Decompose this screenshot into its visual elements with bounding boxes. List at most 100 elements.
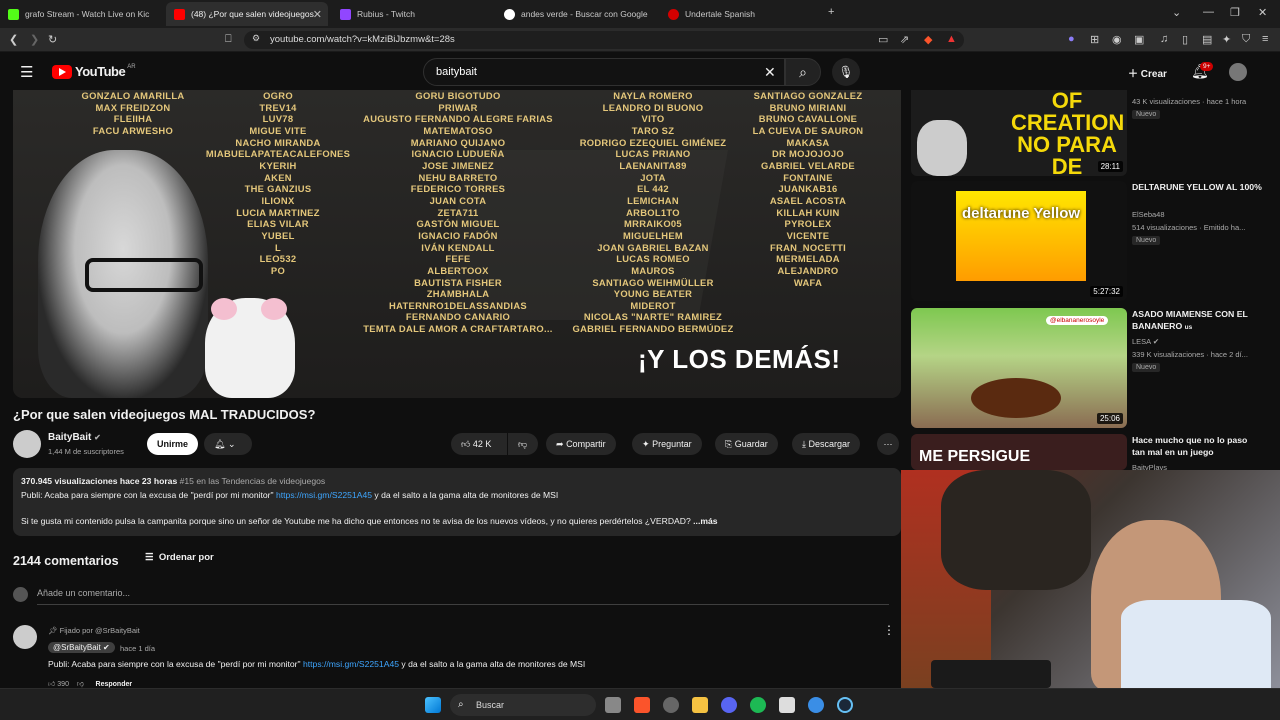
like-button[interactable]: 👍︎ 42 K (451, 433, 507, 455)
hamburger-menu-icon[interactable]: ☰ (20, 63, 33, 81)
browser-tab[interactable]: Rubius - Twitch (332, 2, 492, 26)
brave-rewards-icon[interactable]: ▲ (946, 33, 957, 45)
maximize-icon[interactable]: ❐ (1230, 6, 1240, 19)
save-button[interactable]: ⎘ Guardar (715, 433, 778, 455)
ask-button[interactable]: ✦ Preguntar (632, 433, 702, 455)
comment-link[interactable]: https://msi.gm/S2251A45 (303, 659, 399, 669)
new-tab-icon[interactable]: + (828, 6, 834, 18)
credit-name: MRRAIKO05 (624, 218, 682, 230)
credit-name: JOTA (640, 171, 666, 183)
leo-icon[interactable]: ✦ (1222, 33, 1231, 46)
notifications-button[interactable]: 🔔︎ ⌄ (204, 433, 252, 455)
extension-icon[interactable]: ▣ (1134, 33, 1144, 46)
screen-icon[interactable]: ▭ (878, 33, 888, 46)
show-more-button[interactable]: ...más (693, 516, 717, 526)
brave-shield-icon[interactable]: ◆ (924, 33, 932, 46)
credit-name: LA CUEVA DE SAURON (752, 124, 864, 136)
wallet-icon[interactable]: ▤ (1202, 33, 1212, 46)
share-button[interactable]: ➦ Compartir (546, 433, 616, 455)
create-button[interactable]: ＋ Crear (1128, 65, 1167, 80)
comment-avatar[interactable] (13, 625, 37, 649)
more-actions-button[interactable]: ⋯ (877, 433, 899, 455)
dislike-button[interactable]: 👎︎ (508, 433, 538, 455)
reload-icon[interactable]: ↻ (48, 33, 57, 46)
twitch-favicon-icon (340, 8, 351, 20)
avatar[interactable] (1229, 63, 1247, 81)
spotify-icon[interactable] (750, 697, 766, 713)
credit-name: MATEMATOSO (423, 124, 493, 136)
video-duration: 25:06 (1096, 413, 1123, 424)
reply-button[interactable]: Responder (96, 681, 133, 688)
promo-link[interactable]: https://msi.gm/S2251A45 (276, 490, 372, 500)
pinned-label: 📌︎ Fijado por @SrBaityBait (48, 626, 140, 635)
browser-tab[interactable]: grafo Stream - Watch Live on Kic (0, 2, 160, 26)
credit-name: NAYLA ROMERO (613, 90, 693, 101)
thumbs-up-icon[interactable]: 👍︎ (48, 681, 55, 688)
close-tab-icon[interactable]: ✕ (313, 8, 322, 21)
taskbar-search[interactable]: Buscar (450, 694, 596, 716)
share-icon[interactable]: ⇗ (900, 33, 909, 46)
video-thumbnail[interactable]: ME PERSIGUE (911, 434, 1127, 470)
menu-icon[interactable]: ≡ (1262, 33, 1268, 45)
obs-icon[interactable] (663, 697, 679, 713)
close-window-icon[interactable]: ✕ (1258, 6, 1267, 19)
join-button[interactable]: Unirme (147, 433, 199, 455)
related-video[interactable]: ME PERSIGUE Hace mucho que no lo paso ta… (911, 434, 1271, 470)
task-view-icon[interactable] (605, 697, 621, 713)
back-icon[interactable]: ❮ (9, 33, 18, 46)
video-thumbnail[interactable]: deltarune Yellow 5:27:32 (911, 181, 1127, 301)
character-illustration (917, 120, 967, 176)
windows-start-icon[interactable] (425, 697, 441, 713)
minimize-icon[interactable]: — (1203, 6, 1214, 18)
file-explorer-icon[interactable] (692, 697, 708, 713)
voice-search-button[interactable]: 🎙 (832, 58, 860, 86)
sidebar-icon[interactable]: ▯ (1182, 33, 1188, 46)
thumbs-down-icon[interactable]: 👎︎ (77, 681, 84, 688)
video-thumbnail[interactable]: OF CREATION NO PARA DE CRECER 28:11 (911, 90, 1127, 176)
forward-icon[interactable]: ❯ (30, 33, 39, 46)
search-button[interactable]: ⌕ (785, 58, 821, 86)
related-video[interactable]: OF CREATION NO PARA DE CRECER 28:11 43 K… (911, 90, 1271, 176)
credit-name: PRIWAR (438, 101, 478, 113)
extension-icon[interactable]: ● (1068, 33, 1075, 45)
credit-name: AUGUSTO FERNANDO ALEGRE FARIAS (363, 113, 553, 125)
related-video[interactable]: deltarune Yellow 5:27:32 DELTARUNE YELLO… (911, 181, 1271, 301)
site-info-icon[interactable]: ⚙ (252, 33, 260, 44)
extension-icon[interactable]: ◉ (1112, 33, 1122, 46)
youtube-logo[interactable]: YouTube AR (52, 64, 136, 79)
brave-icon[interactable] (634, 697, 650, 713)
steam-icon[interactable] (837, 697, 853, 713)
clear-search-icon[interactable]: ✕ (764, 64, 776, 81)
keyboard-image (931, 660, 1051, 688)
browser-tab[interactable]: andes verde - Buscar con Google (496, 2, 656, 26)
browser-tab[interactable]: Undertale Spanish (660, 2, 820, 26)
comment-menu-icon[interactable]: ⋮ (883, 623, 895, 637)
tab-list-icon[interactable]: ⌄ (1172, 6, 1181, 19)
extension-icon[interactable]: ⊞ (1090, 33, 1099, 46)
url-field[interactable]: youtube.com/watch?v=kMziBiJbzmw&t=28s (244, 31, 964, 49)
app-icon[interactable] (779, 697, 795, 713)
vpn-icon[interactable]: ⛉ (1242, 33, 1250, 46)
browser-tab-active[interactable]: (48) ¿Por que salen videojuegos ✕ (166, 2, 328, 26)
add-comment-input[interactable]: Añade un comentario... (37, 588, 889, 605)
description-box[interactable]: 370.945 visualizaciones hace 23 horas #1… (13, 468, 901, 536)
credit-name: BRUNO MIRIANI (769, 101, 847, 113)
discord-icon[interactable] (721, 697, 737, 713)
credit-name: SANTIAGO GONZALEZ (753, 90, 863, 101)
trend-link[interactable]: #15 en las Tendencias de videojuegos (180, 476, 326, 486)
download-button[interactable]: ⤓ Descargar (792, 433, 861, 455)
credits-column: GONZALO AMARILLA MAX FREIDZON FLEIIHA FA… (81, 90, 185, 136)
search-input[interactable]: baitybait (423, 58, 785, 86)
video-player[interactable]: GONZALO AMARILLA MAX FREIDZON FLEIIHA FA… (13, 90, 901, 398)
related-video[interactable]: @elbananerosoyle 25:06 ASADO MIAMENSE CO… (911, 308, 1271, 428)
bookmark-icon[interactable]: ⎕ (225, 33, 232, 46)
video-thumbnail[interactable]: @elbananerosoyle 25:06 (911, 308, 1127, 428)
sort-button[interactable]: ☰ Ordenar por (145, 552, 214, 563)
media-icon[interactable]: ♫ (1160, 33, 1168, 45)
channel-name[interactable]: BaityBait ✔ (48, 432, 101, 443)
subscriber-count: 1,44 M de suscriptores (48, 447, 124, 456)
app-icon[interactable] (808, 697, 824, 713)
comment-author[interactable]: @SrBaityBait ✔ (48, 642, 115, 653)
channel-avatar[interactable] (13, 430, 41, 458)
credit-name: ARBOL1TO (626, 206, 680, 218)
